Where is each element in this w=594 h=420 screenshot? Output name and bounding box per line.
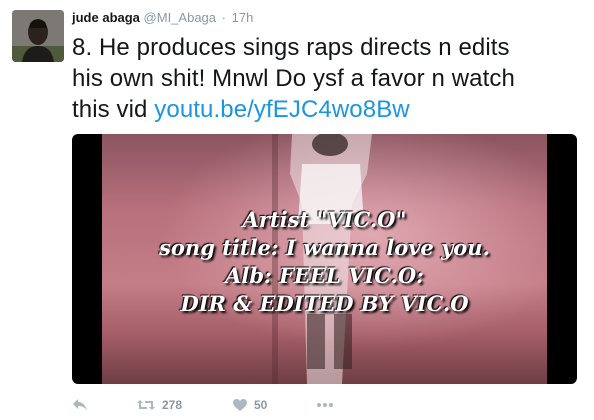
avatar[interactable]: [12, 10, 64, 62]
video-link[interactable]: youtu.be/yfEJC4wo8Bw: [154, 96, 409, 123]
video-preview[interactable]: Artist "VIC.O" song title: I wanna love …: [72, 134, 577, 384]
retweet-count: 278: [162, 398, 183, 412]
profile-photo: [12, 10, 64, 62]
tweet-actions: 278 50: [72, 396, 472, 416]
video-caption-artist: Artist "VIC.O": [242, 207, 407, 232]
reply-icon: [72, 398, 88, 412]
more-button[interactable]: [316, 396, 334, 414]
retweet-button[interactable]: 278: [136, 396, 182, 414]
reply-button[interactable]: [72, 396, 88, 414]
author-name[interactable]: jude abaga: [72, 10, 140, 25]
tweet-text: 8. He produces sings raps directs n edit…: [72, 32, 582, 125]
video-caption: Artist "VIC.O" song title: I wanna love …: [72, 206, 577, 318]
like-count: 50: [254, 398, 268, 412]
video-caption-song: song title: I wanna love you.: [159, 235, 490, 260]
more-icon: [316, 402, 334, 408]
tweet-text-line-3-text: this vid: [72, 96, 155, 123]
tweet-header: jude abaga @MI_Abaga · 17h: [72, 10, 253, 25]
author-handle[interactable]: @MI_Abaga: [144, 10, 216, 25]
tweet-text-line-1: 8. He produces sings raps directs n edit…: [72, 34, 510, 61]
header-separator: ·: [221, 10, 226, 25]
tweet: jude abaga @MI_Abaga · 17h 8. He produce…: [0, 0, 594, 420]
video-caption-album: Alb: FEEL VIC.O:: [225, 263, 424, 288]
tweet-text-line-2: his own shit! Mnwl Do ysf a favor n watc…: [72, 65, 515, 92]
video-caption-director: DIR & EDITED BY VIC.O: [180, 291, 469, 316]
like-button[interactable]: 50: [232, 396, 267, 414]
heart-icon: [232, 398, 248, 412]
tweet-text-line-3: this vid youtu.be/yfEJC4wo8Bw: [72, 94, 582, 125]
retweet-icon: [136, 398, 156, 412]
tweet-timestamp[interactable]: 17h: [232, 10, 254, 25]
